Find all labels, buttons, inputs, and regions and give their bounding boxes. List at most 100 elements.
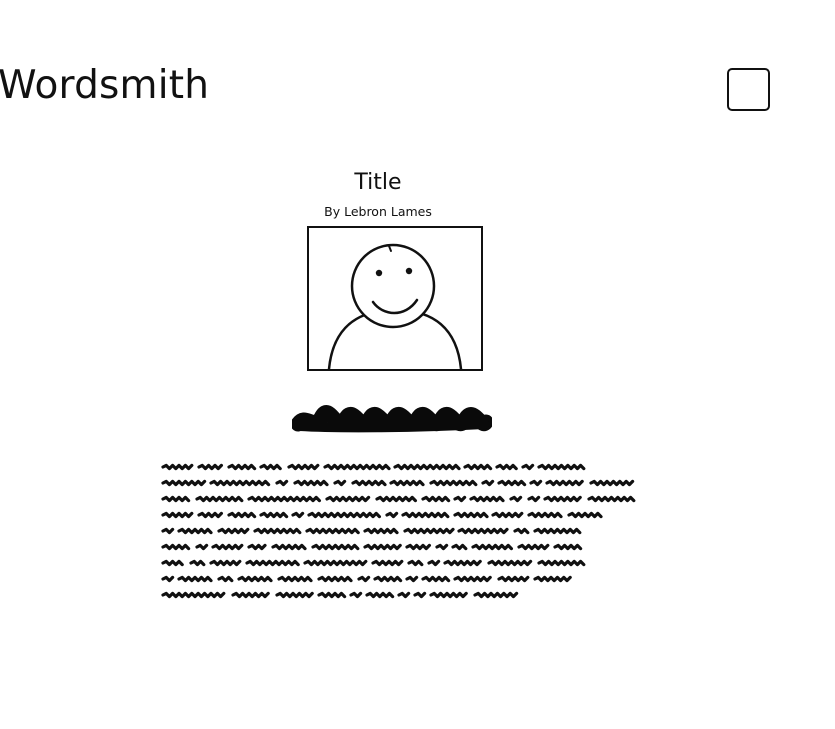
- scribble-word: [453, 495, 467, 503]
- scribble-word: [351, 479, 387, 487]
- scribble-word: [393, 463, 461, 471]
- person-smiley-icon: [327, 243, 463, 369]
- scribble-word: [291, 511, 305, 519]
- scribble-word: [491, 511, 524, 519]
- scribble-word: [161, 575, 175, 583]
- scribble-word: [217, 527, 250, 535]
- scribble-word: [457, 527, 509, 535]
- scribble-text-icon: [161, 463, 636, 599]
- scribble-word: [421, 575, 451, 583]
- scribble-word: [443, 559, 482, 567]
- scribble-word: [259, 511, 289, 519]
- scribble-word: [537, 559, 586, 567]
- scribble-word: [197, 463, 223, 471]
- scribble-word: [197, 511, 223, 519]
- scribble-word: [463, 463, 493, 471]
- scribble-word: [275, 591, 314, 599]
- scribble-word: [349, 591, 363, 599]
- scribble-word: [189, 559, 206, 567]
- scribble-word: [161, 479, 207, 487]
- scribble-word: [209, 479, 271, 487]
- scribble-word: [553, 543, 583, 551]
- scribble-word: [253, 527, 302, 535]
- scribble-word: [589, 479, 635, 487]
- scribble-word: [371, 559, 404, 567]
- scribble-word: [357, 575, 371, 583]
- scribble-word: [271, 543, 307, 551]
- scribble-word: [429, 479, 478, 487]
- scribble-word: [435, 543, 449, 551]
- scribble-word: [363, 527, 399, 535]
- scribble-word: [427, 559, 441, 567]
- scribble-word: [247, 543, 267, 551]
- scribble-word: [521, 463, 535, 471]
- scribble-word: [497, 479, 527, 487]
- scribble-word: [529, 479, 543, 487]
- scribble-word: [317, 575, 353, 583]
- scribble-word: [527, 495, 541, 503]
- scribble-word: [453, 511, 489, 519]
- scribble-word: [161, 495, 191, 503]
- scribble-word: [487, 559, 533, 567]
- article-byline: By Lebron Lames: [324, 204, 432, 219]
- scribble-word: [513, 527, 530, 535]
- scribble-word: [407, 559, 424, 567]
- scribble-word: [429, 591, 468, 599]
- scribble-word: [473, 591, 519, 599]
- scribble-word: [177, 527, 213, 535]
- scribble-word: [543, 495, 582, 503]
- scribble-word: [497, 575, 530, 583]
- scribble-word: [231, 591, 270, 599]
- scribble-word: [587, 495, 636, 503]
- scribble-word: [247, 495, 321, 503]
- scribble-word: [303, 559, 368, 567]
- scribble-word: [161, 559, 184, 567]
- scribble-word: [389, 479, 425, 487]
- scribble-word: [161, 463, 194, 471]
- scribble-word: [545, 479, 584, 487]
- scribble-word: [227, 463, 257, 471]
- scribble-word: [217, 575, 234, 583]
- scribble-word: [533, 575, 572, 583]
- scribble-word: [537, 463, 586, 471]
- scribble-word: [209, 559, 242, 567]
- scribble-word: [195, 495, 244, 503]
- scribble-word: [481, 479, 495, 487]
- scribble-word: [287, 463, 320, 471]
- scribble-word: [527, 511, 563, 519]
- scribble-heading-icon: [290, 405, 494, 433]
- scribble-word: [405, 543, 431, 551]
- scribble-word: [413, 591, 427, 599]
- menu-button[interactable]: [727, 68, 770, 111]
- scribble-word: [405, 575, 419, 583]
- scribble-word: [195, 543, 209, 551]
- scribble-word: [567, 511, 603, 519]
- article-title: Title: [354, 170, 402, 195]
- scribble-word: [375, 495, 417, 503]
- scribble-word: [403, 527, 455, 535]
- scribble-word: [177, 575, 213, 583]
- article-body-scribble: [160, 460, 660, 606]
- scribble-word: [495, 463, 518, 471]
- scribble-word: [325, 495, 371, 503]
- scribble-word: [401, 511, 450, 519]
- scribble-word: [237, 575, 273, 583]
- scribble-word: [453, 575, 492, 583]
- scribble-word: [161, 511, 194, 519]
- article-heading-scribble: [290, 402, 494, 442]
- scribble-word: [307, 511, 381, 519]
- scribble-word: [317, 591, 347, 599]
- scribble-word: [245, 559, 300, 567]
- scribble-word: [363, 543, 402, 551]
- brand-logo-text[interactable]: Wordsmith: [0, 66, 209, 105]
- scribble-word: [161, 543, 191, 551]
- scribble-word: [397, 591, 411, 599]
- scribble-word: [161, 591, 226, 599]
- scribble-word: [469, 495, 505, 503]
- scribble-word: [305, 527, 360, 535]
- scribble-word: [509, 495, 523, 503]
- scribble-word: [323, 463, 391, 471]
- scribble-word: [227, 511, 257, 519]
- scribble-word: [365, 591, 395, 599]
- scribble-word: [373, 575, 403, 583]
